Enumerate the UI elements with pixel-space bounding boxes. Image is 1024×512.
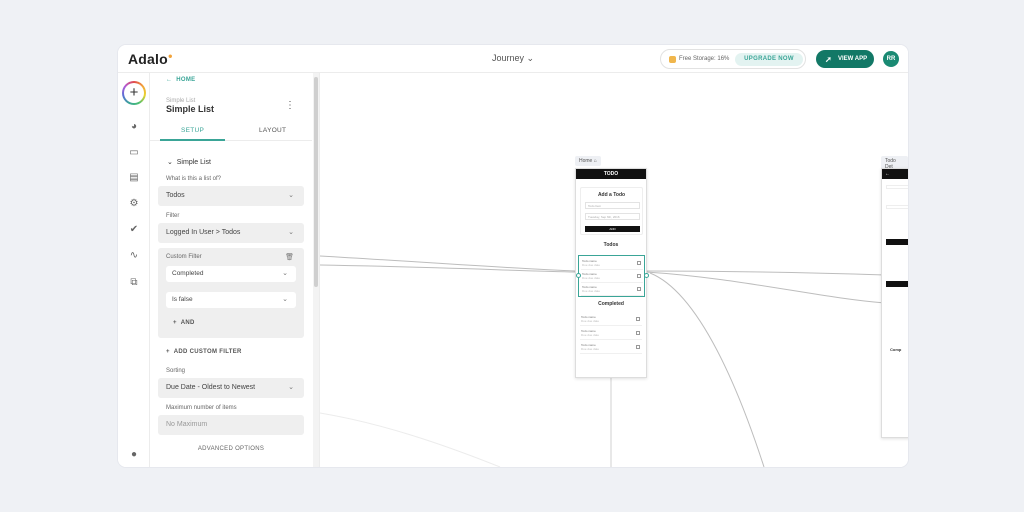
chevron-down-icon: ⌄	[288, 229, 294, 236]
details-field	[886, 185, 908, 189]
scrollbar-thumb[interactable]	[314, 77, 318, 287]
upgrade-button[interactable]: UPGRADE NOW	[735, 53, 803, 66]
sorting-label: Sorting	[166, 368, 186, 374]
checkbox-icon	[636, 345, 640, 349]
list-of-select[interactable]: Todos ⌄	[158, 186, 304, 206]
storage-indicator: Free Storage: 16% UPGRADE NOW	[660, 49, 806, 69]
more-options-icon[interactable]: ⋮	[285, 100, 295, 111]
list-item[interactable]: Todo name Due due date	[581, 271, 643, 283]
gear-icon[interactable]: ⚙	[128, 198, 140, 210]
sorting-select[interactable]: Due Date - Oldest to Newest ⌄	[158, 378, 304, 398]
back-arrow-icon[interactable]: ←	[882, 169, 908, 179]
custom-filter-operator-select[interactable]: Is false ⌄	[166, 292, 296, 308]
panel-tabs: SETUP LAYOUT	[150, 121, 312, 141]
link-handle-right[interactable]	[644, 273, 649, 278]
active-tab-indicator	[160, 139, 225, 141]
max-items-input[interactable]: No Maximum	[158, 415, 304, 435]
todos-header: Todos	[603, 242, 619, 248]
storage-icon	[669, 56, 676, 63]
plus-icon: +	[124, 83, 144, 103]
add-todo-title: Add a Todo	[597, 192, 626, 198]
home-icon: ⌂	[593, 158, 597, 164]
date-input[interactable]: Tuesday, Sep 6th, 2016	[585, 213, 640, 220]
top-bar: Adalo● Journey ⌄ Free Storage: 16% UPGRA…	[118, 45, 908, 73]
list-item[interactable]: Todo name Due due date	[581, 284, 643, 296]
copy-icon[interactable]: ⧉	[128, 277, 140, 289]
arrow-left-icon: ←	[166, 77, 173, 83]
storage-text: Free Storage: 16%	[679, 56, 730, 62]
left-toolbar: + ◕ ▭ ▤ ⚙ ✔ ∿ ⧉ ●	[118, 73, 150, 467]
custom-filter-label: Custom Filter	[166, 254, 202, 260]
checkbox-icon	[637, 261, 641, 265]
selected-simple-list[interactable]: Todo name Due due date Todo name Due due d…	[576, 255, 649, 297]
palette-icon[interactable]: ◕	[128, 121, 140, 133]
screen-label-home[interactable]: Home ⌂	[575, 156, 601, 166]
add-custom-filter-button[interactable]: + ADD CUSTOM FILTER	[166, 349, 242, 355]
view-app-button[interactable]: ➚ VIEW APP	[816, 50, 874, 68]
tab-setup[interactable]: SETUP	[181, 127, 204, 134]
rocket-icon: ➚	[825, 55, 832, 64]
chevron-down-icon: ⌄	[526, 53, 535, 63]
tab-layout[interactable]: LAYOUT	[259, 127, 286, 134]
component-settings-panel: ← HOME Simple List Simple List ⋮ SETUP L…	[150, 73, 320, 467]
link-handle-left[interactable]	[576, 273, 581, 278]
add-button[interactable]: ADD	[585, 226, 640, 232]
panel-scrollbar[interactable]	[313, 73, 319, 467]
app-switcher[interactable]: Journey ⌄	[492, 53, 534, 64]
add-and-condition-button[interactable]: + AND	[173, 320, 195, 326]
screen-todo-details[interactable]: ← Comp	[881, 168, 908, 438]
details-section-title: Comp	[890, 347, 902, 352]
builder-canvas[interactable]: Home ⌂ TODO Add a Todo Todo Item Tuesday…	[320, 73, 908, 467]
trash-icon[interactable]: 🗑	[285, 253, 294, 261]
analytics-icon[interactable]: ∿	[128, 250, 140, 262]
chevron-down-icon: ⌄	[288, 384, 294, 391]
chevron-down-icon: ⌄	[282, 296, 288, 303]
component-name[interactable]: Simple List	[166, 104, 214, 114]
chevron-down-icon: ⌄	[167, 159, 173, 166]
plus-icon: +	[166, 349, 170, 355]
avatar[interactable]: RR	[883, 51, 899, 67]
screens-icon[interactable]: ▭	[128, 147, 140, 159]
list-item[interactable]: Todo name Due due date	[580, 342, 642, 354]
publish-icon[interactable]: ✔	[128, 224, 140, 236]
screen-home[interactable]: TODO Add a Todo Todo Item Tuesday, Sep 6…	[575, 168, 649, 378]
checkbox-icon	[636, 331, 640, 335]
filter-label: Filter	[166, 213, 180, 219]
app-window: Adalo● Journey ⌄ Free Storage: 16% UPGRA…	[118, 45, 908, 467]
details-button[interactable]	[886, 239, 908, 245]
max-items-label: Maximum number of items	[166, 405, 237, 411]
add-component-button[interactable]: +	[122, 81, 146, 105]
screen-title-bar: TODO	[576, 169, 646, 179]
add-todo-card[interactable]: Add a Todo Todo Item Tuesday, Sep 6th, 2…	[580, 187, 643, 235]
completed-header: Completed	[598, 301, 624, 307]
section-toggle[interactable]: ⌄ Simple List	[167, 158, 211, 166]
advanced-options-toggle[interactable]: ADVANCED OPTIONS	[150, 446, 312, 452]
plus-icon: +	[173, 320, 177, 326]
details-button-2[interactable]	[886, 281, 908, 287]
checkbox-icon	[637, 287, 641, 291]
custom-filter-box: Custom Filter 🗑 Completed ⌄ Is false ⌄ + A…	[158, 248, 304, 338]
chevron-down-icon: ⌄	[288, 192, 294, 199]
adalo-logo[interactable]: Adalo●	[128, 51, 173, 67]
filter-select[interactable]: Logged In User > Todos ⌄	[158, 223, 304, 243]
list-item[interactable]: Todo name Due due date	[581, 258, 643, 270]
checklist-icon[interactable]: ●	[128, 449, 140, 461]
todo-input[interactable]: Todo Item	[585, 202, 640, 209]
list-of-label: What is this a list of?	[166, 176, 222, 182]
chevron-down-icon: ⌄	[282, 270, 288, 277]
database-icon[interactable]: ▤	[128, 172, 140, 184]
list-item[interactable]: Todo name Due due date	[580, 314, 642, 326]
checkbox-icon	[637, 274, 641, 278]
back-home-link[interactable]: ← HOME	[166, 77, 195, 83]
checkbox-icon	[636, 317, 640, 321]
list-item[interactable]: Todo name Due due date	[580, 328, 642, 340]
details-field	[886, 205, 908, 209]
custom-filter-field-select[interactable]: Completed ⌄	[166, 266, 296, 282]
